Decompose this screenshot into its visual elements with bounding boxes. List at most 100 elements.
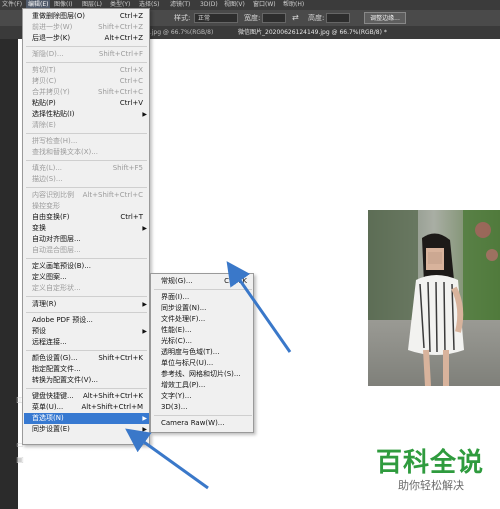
menu-separator bbox=[26, 62, 147, 63]
menu-filter[interactable]: 滤镜(T) bbox=[170, 0, 190, 9]
menu-item-label: 定义自定形状... bbox=[32, 284, 81, 292]
preferences-item[interactable]: 单位与标尺(U)... bbox=[152, 358, 253, 369]
canvas-photo bbox=[368, 210, 500, 386]
menu-item-label: 内容识别比例 bbox=[32, 191, 74, 199]
menu-window[interactable]: 窗口(W) bbox=[253, 0, 276, 9]
edit-menu-item[interactable]: 填充(L)... Shift+F5 bbox=[24, 163, 149, 174]
edit-menu-item[interactable]: 渐隐(D)... Shift+Ctrl+F bbox=[24, 49, 149, 60]
edit-menu-item[interactable]: Adobe PDF 预设... bbox=[24, 315, 149, 326]
screen-mode-alt-icon[interactable]: ▣ bbox=[14, 455, 26, 465]
menu-item-label: 文字(Y)... bbox=[161, 392, 192, 400]
menu-item-label: 光标(C)... bbox=[161, 337, 193, 345]
menu-item-shortcut: Alt+Shift+Ctrl+C bbox=[82, 191, 143, 199]
width-label: 宽度: bbox=[244, 14, 261, 22]
preferences-item[interactable]: 增效工具(P)... bbox=[152, 380, 253, 391]
edit-menu-item[interactable]: 菜单(U)... Alt+Shift+Ctrl+M bbox=[24, 402, 149, 413]
edit-menu-item[interactable]: 重做删除图层(O) Ctrl+Z bbox=[24, 11, 149, 22]
edit-menu-item[interactable]: 变换 ▶ bbox=[24, 223, 149, 234]
preferences-item[interactable]: 文件处理(F)... bbox=[152, 314, 253, 325]
preferences-item[interactable]: 性能(E)... bbox=[152, 325, 253, 336]
preferences-item[interactable]: 光标(C)... bbox=[152, 336, 253, 347]
menu-item-shortcut: Ctrl+V bbox=[119, 99, 143, 107]
menu-item-label: Adobe PDF 预设... bbox=[32, 316, 93, 324]
edit-menu-item[interactable]: 粘贴(P) Ctrl+V bbox=[24, 98, 149, 109]
preferences-item[interactable]: 同步设置(N)... bbox=[152, 303, 253, 314]
menu-item-shortcut: Alt+Ctrl+Z bbox=[104, 34, 143, 42]
style-select[interactable]: 正常 bbox=[194, 13, 238, 23]
preferences-item[interactable]: 参考线、网格和切片(S)... bbox=[152, 369, 253, 380]
edit-menu-item[interactable]: 定义自定形状... bbox=[24, 283, 149, 294]
edit-menu-item[interactable]: 首选项(N) ▶ bbox=[24, 413, 149, 424]
menu-item-label: 操控变形 bbox=[32, 202, 60, 210]
menu-item-shortcut: Shift+Ctrl+Z bbox=[98, 23, 143, 31]
menu-item-label: 选择性粘贴(I) bbox=[32, 110, 75, 118]
menu-item-label: 界面(I)... bbox=[161, 293, 190, 301]
preferences-item[interactable]: 界面(I)... bbox=[152, 292, 253, 303]
edit-menu-item[interactable]: 拼写检查(H)... bbox=[24, 136, 149, 147]
menu-item-label: 性能(E)... bbox=[161, 326, 192, 334]
preferences-item[interactable]: 常规(G)... Ctrl+K bbox=[152, 276, 253, 287]
preferences-item[interactable]: Camera Raw(W)... bbox=[152, 418, 253, 429]
menu-separator bbox=[154, 415, 252, 416]
menu-item-label: 文件处理(F)... bbox=[161, 315, 206, 323]
preferences-item[interactable]: 3D(3)... bbox=[152, 402, 253, 413]
edit-menu-item[interactable]: 清理(R) ▶ bbox=[24, 299, 149, 310]
edit-menu-item[interactable]: 剪切(T) Ctrl+X bbox=[24, 65, 149, 76]
edit-menu-item[interactable]: 自动对齐图层... bbox=[24, 234, 149, 245]
edit-menu-item[interactable]: 拷贝(C) Ctrl+C bbox=[24, 76, 149, 87]
swap-icon[interactable]: ⇄ bbox=[292, 13, 299, 23]
edit-menu-item[interactable]: 后退一步(K) Alt+Ctrl+Z bbox=[24, 33, 149, 44]
menu-separator bbox=[26, 160, 147, 161]
menu-item-shortcut: Shift+Ctrl+K bbox=[98, 354, 143, 362]
edit-menu-item[interactable]: 转换为配置文件(V)... bbox=[24, 375, 149, 386]
edit-menu-item[interactable]: 自动混合图层... bbox=[24, 245, 149, 256]
menu-item-label: 颜色设置(G)... bbox=[32, 354, 78, 362]
edit-menu-item[interactable]: 指定配置文件... bbox=[24, 364, 149, 375]
edit-menu-item[interactable]: 合并拷贝(Y) Shift+Ctrl+C bbox=[24, 87, 149, 98]
adjust-edge-button[interactable]: 调整边缘... bbox=[364, 12, 406, 24]
menu-view[interactable]: 视图(V) bbox=[224, 0, 245, 9]
menu-separator bbox=[26, 388, 147, 389]
edit-menu-item[interactable]: 预设 ▶ bbox=[24, 326, 149, 337]
menu-item-label: 清除(E) bbox=[32, 121, 56, 129]
edit-menu-item[interactable]: 清除(E) bbox=[24, 120, 149, 131]
edit-menu-item[interactable]: 内容识别比例 Alt+Shift+Ctrl+C bbox=[24, 190, 149, 201]
watermark: 百科全说 助你轻松解决 bbox=[376, 448, 492, 493]
submenu-arrow-icon: ▶ bbox=[142, 328, 147, 335]
submenu-arrow-icon: ▶ bbox=[142, 111, 147, 118]
menu-item-label: 清理(R) bbox=[32, 300, 57, 308]
width-input[interactable] bbox=[262, 13, 286, 23]
menu-item-shortcut: Shift+Ctrl+C bbox=[98, 88, 143, 96]
edit-menu-item[interactable]: 选择性粘贴(I) ▶ bbox=[24, 109, 149, 120]
tab-document-2[interactable]: 微信图片_20200626124149.jpg @ 66.7%(RGB/8) * bbox=[238, 28, 387, 37]
menu-item-shortcut: Ctrl+K bbox=[224, 277, 247, 285]
submenu-arrow-icon: ▶ bbox=[142, 426, 147, 433]
tab-document-1[interactable]: 1.jpg @ 66.7%(RGB/8) bbox=[146, 28, 213, 37]
edit-menu-item[interactable]: 操控变形 bbox=[24, 201, 149, 212]
menu-help[interactable]: 帮助(H) bbox=[283, 0, 304, 9]
edit-menu-item[interactable]: 前进一步(W) Shift+Ctrl+Z bbox=[24, 22, 149, 33]
edit-menu-item[interactable]: 键盘快捷键... Alt+Shift+Ctrl+K bbox=[24, 391, 149, 402]
edit-menu: 重做删除图层(O) Ctrl+Z 前进一步(W) Shift+Ctrl+Z 后退一步(K… bbox=[22, 8, 150, 445]
edit-menu-item[interactable]: 同步设置(E) ▶ bbox=[24, 424, 149, 435]
edit-menu-item[interactable]: 查找和替换文本(X)... bbox=[24, 147, 149, 158]
menu-item-label: 键盘快捷键... bbox=[32, 392, 74, 400]
menu-file[interactable]: 文件(F) bbox=[2, 0, 22, 9]
menu-item-label: 常规(G)... bbox=[161, 277, 193, 285]
edit-menu-item[interactable]: 颜色设置(G)... Shift+Ctrl+K bbox=[24, 353, 149, 364]
menu-item-label: 后退一步(K) bbox=[32, 34, 71, 42]
edit-menu-item[interactable]: 定义画笔预设(B)... bbox=[24, 261, 149, 272]
edit-menu-item[interactable]: 定义图案... bbox=[24, 272, 149, 283]
height-input[interactable] bbox=[326, 13, 350, 23]
preferences-item[interactable]: 文字(Y)... bbox=[152, 391, 253, 402]
menu-item-label: 查找和替换文本(X)... bbox=[32, 148, 98, 156]
menu-separator bbox=[26, 187, 147, 188]
menu-separator bbox=[26, 133, 147, 134]
menu-3d[interactable]: 3D(D) bbox=[200, 0, 218, 9]
edit-menu-item[interactable]: 远程连接... bbox=[24, 337, 149, 348]
preferences-item[interactable]: 透明度与色域(T)... bbox=[152, 347, 253, 358]
edit-menu-item[interactable]: 描边(S)... bbox=[24, 174, 149, 185]
edit-menu-item[interactable]: 自由变换(F) Ctrl+T bbox=[24, 212, 149, 223]
menu-item-label: 单位与标尺(U)... bbox=[161, 359, 214, 367]
height-label: 高度: bbox=[308, 14, 325, 22]
